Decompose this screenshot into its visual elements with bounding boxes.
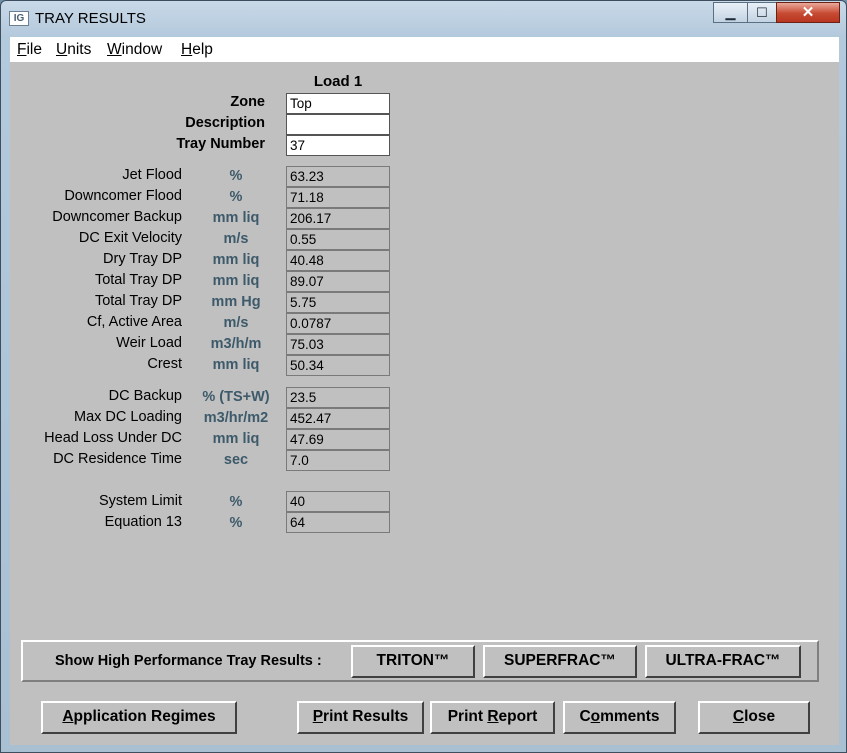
result-label: DC Residence Time [53, 451, 182, 467]
title-bar[interactable]: IG TRAY RESULTS ▁ ☐ ✕ [1, 1, 846, 37]
menu-file[interactable]: File [17, 41, 42, 59]
results-panel: Load 1 Zone Top Description Tray Number … [10, 62, 839, 745]
result-label: System Limit [99, 493, 182, 509]
window-title: TRAY RESULTS [35, 10, 146, 27]
menu-bar: File Units Window Help [10, 37, 839, 63]
result-value: 89.07 [286, 271, 390, 292]
result-unit: mm liq [212, 431, 260, 447]
menu-window[interactable]: Window [107, 41, 162, 59]
zone-label: Zone [230, 94, 265, 110]
result-unit: m/s [223, 315, 249, 331]
result-value: 64 [286, 512, 390, 533]
description-label: Description [185, 115, 265, 131]
result-value: 63.23 [286, 166, 390, 187]
high-performance-frame: Show High Performance Tray Results : TRI… [21, 640, 819, 682]
result-unit: % [229, 494, 243, 510]
result-value: 0.55 [286, 229, 390, 250]
result-label: Head Loss Under DC [44, 430, 182, 446]
result-value: 0.0787 [286, 313, 390, 334]
result-value: 7.0 [286, 450, 390, 471]
maximize-button[interactable]: ☐ [747, 2, 777, 23]
result-label: Total Tray DP [94, 272, 182, 288]
result-label: DC Exit Velocity [78, 230, 182, 246]
result-value: 5.75 [286, 292, 390, 313]
superfrac-button[interactable]: SUPERFRAC™ [483, 645, 637, 678]
result-value: 47.69 [286, 429, 390, 450]
result-value: 206.17 [286, 208, 390, 229]
result-label: Max DC Loading [74, 409, 182, 425]
result-unit: % (TS+W) [202, 389, 270, 405]
menu-units[interactable]: Units [56, 41, 91, 59]
result-unit: m3/h/m [210, 336, 262, 352]
result-label: Total Tray DP [94, 293, 182, 309]
result-unit: sec [223, 452, 249, 468]
result-label: DC Backup [108, 388, 182, 404]
result-label: Equation 13 [104, 514, 182, 530]
result-unit: mm liq [212, 252, 260, 268]
result-unit: mm liq [212, 273, 260, 289]
maximize-icon: ☐ [756, 5, 768, 20]
application-regimes-button[interactable]: Application Regimes [41, 701, 237, 734]
menu-help[interactable]: Help [181, 41, 213, 59]
description-field[interactable] [286, 114, 390, 135]
triton-button[interactable]: TRITON™ [351, 645, 475, 678]
close-icon: ✕ [801, 4, 815, 21]
result-value: 40 [286, 491, 390, 512]
high-performance-label: Show High Performance Tray Results : [55, 653, 322, 669]
tray-number-field[interactable]: 37 [286, 135, 390, 156]
result-unit: mm Hg [211, 294, 261, 310]
comments-button[interactable]: Comments [563, 701, 676, 734]
result-label: Downcomer Backup [52, 209, 182, 225]
ig-app-icon: IG [9, 11, 29, 26]
result-value: 50.34 [286, 355, 390, 376]
result-unit: m/s [223, 231, 249, 247]
print-results-button[interactable]: Print Results [297, 701, 424, 734]
result-value: 75.03 [286, 334, 390, 355]
result-label: Dry Tray DP [103, 251, 182, 267]
close-window-button[interactable]: ✕ [776, 2, 840, 23]
result-unit: mm liq [212, 210, 260, 226]
result-label: Downcomer Flood [64, 188, 182, 204]
tray-number-label: Tray Number [176, 136, 265, 152]
tray-results-window: IG TRAY RESULTS ▁ ☐ ✕ File Units Window … [0, 0, 847, 753]
result-label: Crest [147, 356, 182, 372]
close-button[interactable]: Close [698, 701, 810, 734]
result-label: Weir Load [116, 335, 182, 351]
result-unit: m3/hr/m2 [203, 410, 269, 426]
load-heading: Load 1 [313, 73, 363, 90]
result-value: 452.47 [286, 408, 390, 429]
result-value: 71.18 [286, 187, 390, 208]
result-unit: % [229, 168, 243, 184]
result-unit: % [229, 189, 243, 205]
result-value: 40.48 [286, 250, 390, 271]
result-unit: % [229, 515, 243, 531]
minimize-icon: ▁ [725, 5, 736, 20]
result-unit: mm liq [212, 357, 260, 373]
result-value: 23.5 [286, 387, 390, 408]
zone-field[interactable]: Top [286, 93, 390, 114]
ultra-frac-button[interactable]: ULTRA-FRAC™ [645, 645, 801, 678]
result-label: Cf, Active Area [86, 314, 182, 330]
result-label: Jet Flood [122, 167, 182, 183]
minimize-button[interactable]: ▁ [713, 2, 748, 23]
print-report-button[interactable]: Print Report [430, 701, 555, 734]
